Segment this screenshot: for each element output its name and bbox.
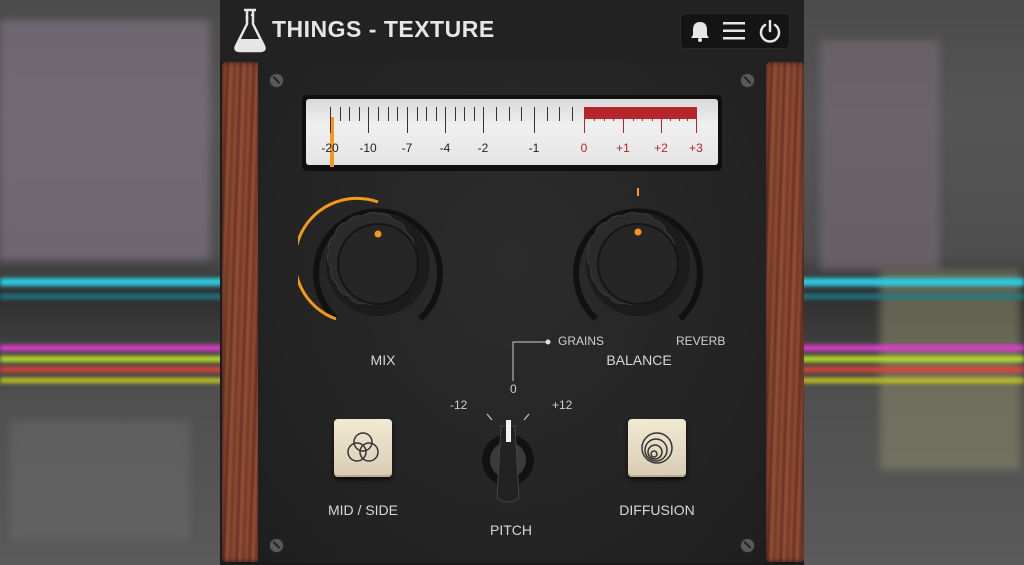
balance-grains-label: GRAINS bbox=[558, 334, 605, 348]
pitch-zero-label: 0 bbox=[510, 382, 517, 396]
balance-reverb-label: REVERB bbox=[676, 334, 726, 348]
diffusion-icon bbox=[641, 432, 673, 464]
meter-minor-tick bbox=[642, 107, 643, 121]
mid-side-button[interactable] bbox=[334, 419, 392, 477]
balance-knob[interactable] bbox=[558, 184, 718, 344]
meter-label: +3 bbox=[689, 141, 703, 155]
screw bbox=[269, 538, 284, 553]
meter-minor-tick bbox=[669, 107, 671, 121]
mid-side-label: MID / SIDE bbox=[327, 502, 399, 518]
bell-icon[interactable] bbox=[687, 19, 713, 43]
plugin-title: THINGS - TEXTURE bbox=[272, 16, 495, 42]
meter-minor-tick bbox=[377, 107, 379, 121]
screw bbox=[740, 73, 755, 88]
mix-knob-graphic bbox=[293, 196, 443, 322]
diffusion-label: DIFFUSION bbox=[619, 502, 695, 518]
meter-tick bbox=[483, 107, 484, 133]
meter-label: -2 bbox=[477, 141, 489, 155]
level-meter: -20 -10 -7 -4 -2 -1 0 +1 +2 +3 bbox=[302, 95, 722, 171]
meter-minor-tick bbox=[454, 107, 456, 121]
mix-knob[interactable] bbox=[293, 184, 458, 344]
meter-tick bbox=[661, 107, 662, 133]
meter-face: -20 -10 -7 -4 -2 -1 0 +1 +2 +3 bbox=[306, 99, 718, 167]
meter-minor-tick bbox=[464, 107, 465, 121]
meter-minor-tick bbox=[632, 107, 634, 121]
balance-connector-line bbox=[512, 339, 551, 381]
menu-icon[interactable] bbox=[721, 19, 747, 43]
meter-label: -7 bbox=[401, 141, 413, 155]
meter-minor-tick bbox=[416, 107, 418, 121]
meter-tick bbox=[445, 107, 446, 133]
plugin-window: THINGS - TEXTURE -20 -10 -7 -4 -2 -1 0 +… bbox=[220, 0, 804, 565]
header-buttons bbox=[680, 13, 790, 49]
meter-minor-tick bbox=[687, 107, 689, 121]
screw bbox=[740, 538, 755, 553]
pitch-max-label: +12 bbox=[552, 398, 573, 412]
meter-minor-tick bbox=[435, 107, 437, 121]
main-panel: -20 -10 -7 -4 -2 -1 0 +1 +2 +3 MIX GRAIN… bbox=[258, 62, 766, 562]
meter-tick bbox=[696, 107, 697, 133]
balance-knob-graphic bbox=[573, 188, 703, 322]
power-icon[interactable] bbox=[757, 19, 783, 43]
left-wood-panel bbox=[222, 62, 260, 562]
meter-minor-tick bbox=[651, 107, 653, 121]
meter-minor-tick bbox=[521, 107, 523, 121]
meter-minor-tick bbox=[426, 107, 427, 121]
meter-label: 0 bbox=[580, 141, 588, 155]
meter-minor-tick bbox=[678, 107, 680, 121]
mix-label: MIX bbox=[370, 352, 396, 368]
meter-minor-tick bbox=[387, 107, 389, 121]
meter-minor-tick bbox=[349, 107, 350, 121]
diffusion-button[interactable] bbox=[628, 419, 686, 477]
meter-minor-tick bbox=[603, 107, 605, 121]
meter-minor-tick bbox=[495, 107, 497, 121]
meter-tick bbox=[534, 107, 535, 133]
meter-minor-tick bbox=[473, 107, 475, 121]
meter-minor-tick bbox=[339, 107, 341, 121]
meter-minor-tick bbox=[358, 107, 360, 121]
right-wood-panel bbox=[766, 62, 804, 562]
meter-tick bbox=[584, 107, 585, 133]
meter-minor-tick bbox=[559, 107, 560, 121]
meter-minor-tick bbox=[546, 107, 548, 121]
meter-label: +2 bbox=[654, 141, 668, 155]
balance-label: BALANCE bbox=[606, 352, 672, 368]
meter-label: -20 bbox=[321, 141, 339, 155]
pitch-switch[interactable] bbox=[463, 398, 553, 518]
flask-logo-icon bbox=[234, 8, 266, 53]
meter-label: +1 bbox=[616, 141, 630, 155]
mid-side-icon bbox=[347, 432, 379, 462]
pitch-label: PITCH bbox=[490, 522, 532, 538]
meter-label: -4 bbox=[439, 141, 451, 155]
meter-tick bbox=[330, 107, 331, 133]
meter-minor-tick bbox=[508, 107, 510, 121]
meter-minor-tick bbox=[571, 107, 573, 121]
meter-tick bbox=[368, 107, 369, 133]
title-bar: THINGS - TEXTURE bbox=[220, 0, 804, 63]
meter-label: -10 bbox=[359, 141, 377, 155]
screw bbox=[269, 73, 284, 88]
meter-minor-tick bbox=[593, 107, 595, 121]
meter-tick bbox=[623, 107, 624, 133]
meter-minor-tick bbox=[613, 107, 615, 121]
meter-label: -1 bbox=[528, 141, 540, 155]
meter-minor-tick bbox=[397, 107, 399, 121]
meter-tick bbox=[407, 107, 408, 133]
